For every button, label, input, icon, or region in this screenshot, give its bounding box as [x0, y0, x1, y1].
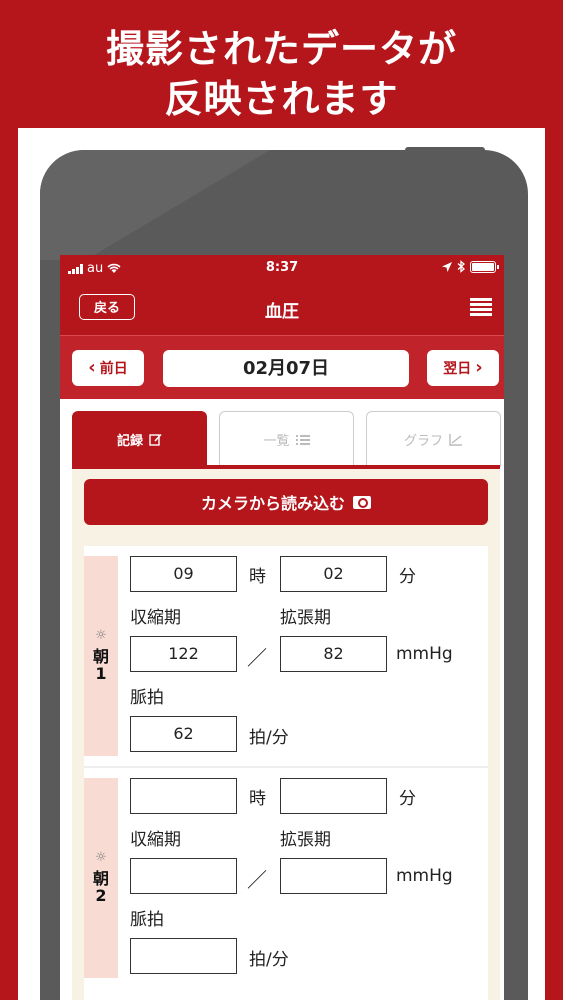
tab-list-label: 一覧 [263, 434, 290, 449]
menu-icon[interactable] [470, 298, 492, 316]
phone-side-button [405, 147, 485, 153]
sun-icon: ☼ [95, 628, 107, 644]
entry-period: 朝 [92, 868, 109, 888]
systolic-label: 収縮期 [130, 608, 181, 628]
systolic-label: 収縮期 [130, 830, 181, 850]
camera-icon [353, 495, 371, 509]
graph-icon [449, 433, 462, 446]
hour-label: 時 [249, 567, 266, 587]
minute-input[interactable]: 02 [280, 556, 387, 592]
prev-day-button[interactable]: ‹ 前日 [72, 350, 144, 386]
camera-import-button[interactable]: カメラから読み込む [84, 479, 488, 525]
camera-import-label: カメラから読み込む [200, 494, 345, 513]
edit-icon [149, 433, 162, 446]
current-date[interactable]: 02月07日 [163, 350, 409, 387]
banner-line-1: 撮影されたデータが [105, 27, 457, 71]
systolic-input[interactable] [130, 858, 237, 894]
bluetooth-icon [457, 260, 465, 273]
entry-morning-2: ☼ 朝 2 時 分 収縮期 拡張期 ／ mmHg 脈拍 拍/分 [84, 768, 488, 988]
tab-graph-label: グラフ [403, 434, 443, 449]
nav-bar: 戻る 血圧 [60, 281, 504, 335]
status-bar: au 8:37 [60, 255, 504, 281]
tab-list[interactable]: 一覧 [219, 411, 354, 467]
entry-number: 2 [95, 886, 107, 906]
hour-label: 時 [249, 789, 266, 809]
prev-day-label: 前日 [99, 361, 128, 377]
status-time: 8:37 [265, 260, 299, 275]
minute-input[interactable] [280, 778, 387, 814]
pulse-label: 脈拍 [130, 910, 164, 930]
unit-label: mmHg [396, 644, 453, 664]
battery-icon [470, 260, 499, 273]
chevron-right-icon: › [475, 357, 483, 378]
sun-icon: ☼ [95, 850, 107, 866]
app-screen: au 8:37 戻る 血圧 ‹ 前日 02月07日 翌日 › 記録 一覧 グラフ… [60, 255, 504, 1000]
list-icon [295, 434, 310, 445]
tab-graph[interactable]: グラフ [366, 411, 501, 467]
banner-line-2: 反映されます [164, 77, 399, 121]
page-title: 血圧 [265, 302, 299, 322]
entry-morning-1: ☼ 朝 1 09 時 02 分 収縮期 拡張期 122 ／ 82 mmHg 脈拍… [84, 546, 488, 768]
pulse-input[interactable] [130, 938, 237, 974]
record-content: カメラから読み込む ☼ 朝 1 09 時 02 分 収縮期 拡張期 122 ／ … [72, 469, 500, 1000]
hour-input[interactable] [130, 778, 237, 814]
diastolic-label: 拡張期 [280, 608, 331, 628]
tab-bar: 記録 一覧 グラフ [60, 399, 504, 469]
systolic-input[interactable]: 122 [130, 636, 237, 672]
minute-label: 分 [399, 567, 416, 587]
minute-label: 分 [399, 789, 416, 809]
location-icon [442, 261, 452, 272]
entry-label: ☼ 朝 1 [84, 556, 118, 756]
diastolic-input[interactable] [280, 858, 387, 894]
entry-number: 1 [95, 664, 107, 684]
date-bar: ‹ 前日 02月07日 翌日 › [60, 335, 504, 399]
slash-separator: ／ [247, 646, 267, 670]
slash-separator: ／ [247, 868, 267, 892]
pulse-label: 脈拍 [130, 688, 164, 708]
entry-label: ☼ 朝 2 [84, 778, 118, 978]
entries-list: ☼ 朝 1 09 時 02 分 収縮期 拡張期 122 ／ 82 mmHg 脈拍… [84, 546, 488, 1000]
chevron-left-icon: ‹ [88, 357, 96, 378]
tab-record-label: 記録 [116, 433, 143, 449]
entry-period: 朝 [92, 646, 109, 666]
promo-banner: 撮影されたデータが 反映されます [0, 0, 563, 128]
hour-input[interactable]: 09 [130, 556, 237, 592]
pulse-unit-label: 拍/分 [249, 728, 289, 748]
diastolic-input[interactable]: 82 [280, 636, 387, 672]
next-day-button[interactable]: 翌日 › [427, 350, 499, 386]
tab-record[interactable]: 記録 [72, 411, 207, 467]
pulse-unit-label: 拍/分 [249, 950, 289, 970]
pulse-input[interactable]: 62 [130, 716, 237, 752]
diastolic-label: 拡張期 [280, 830, 331, 850]
unit-label: mmHg [396, 866, 453, 886]
next-day-label: 翌日 [443, 361, 472, 377]
